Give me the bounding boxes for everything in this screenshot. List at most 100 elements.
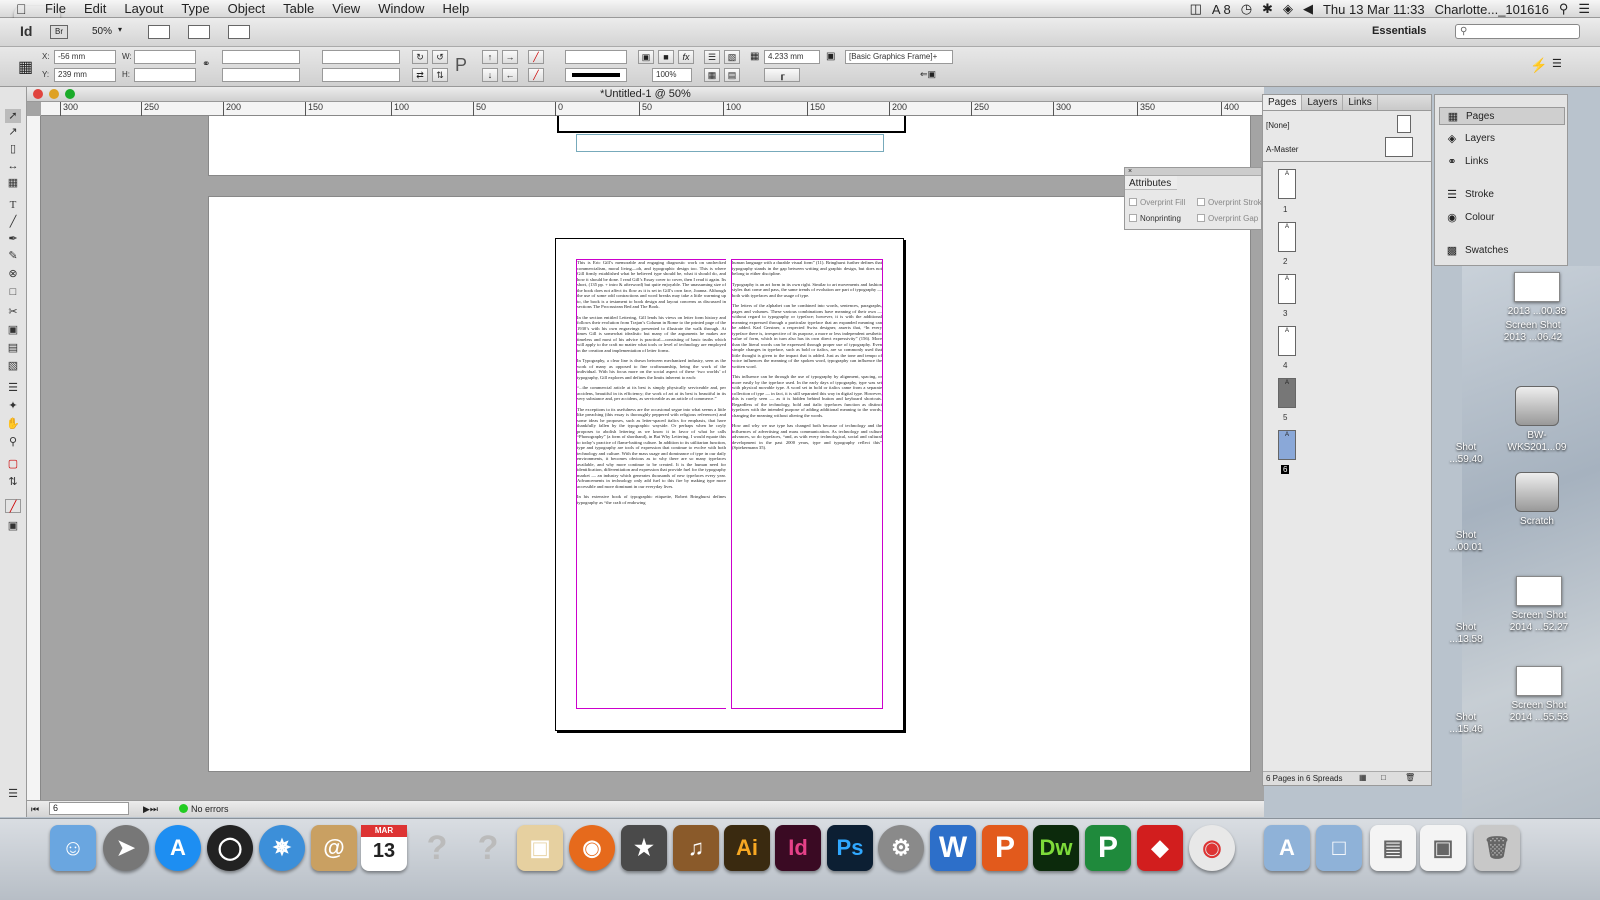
desktop-drive[interactable]: Scratch <box>1502 472 1572 528</box>
desktop-file[interactable]: Shot ...15.46 <box>1442 712 1490 736</box>
screen-mode-icon[interactable]: ▣ <box>5 519 21 533</box>
direct-selection-tool-icon[interactable]: ↗ <box>5 125 21 139</box>
shield-icon[interactable]: ◫ <box>1190 1 1202 17</box>
spotlight-icon[interactable]: ⚲ <box>1559 1 1569 17</box>
none-master-thumb[interactable] <box>1397 115 1411 133</box>
desktop-file[interactable]: Screen Shot 2013 ...06.42 <box>1498 320 1568 344</box>
text-frame-column-1[interactable]: This is Eric Gill’s memorable and engagi… <box>576 259 726 709</box>
scissors-tool-icon[interactable]: ✂ <box>5 305 21 319</box>
rectangle-frame-tool-icon[interactable]: ⊗ <box>5 267 21 281</box>
page-thumb-3[interactable]: A <box>1278 274 1296 304</box>
close-icon[interactable]: × <box>1125 168 1261 176</box>
wifi-icon[interactable]: ◈ <box>1283 1 1293 17</box>
opacity-field[interactable]: 100% <box>652 68 692 82</box>
chevron-down-icon[interactable]: ▾ <box>118 25 122 34</box>
garageband-icon[interactable]: ♫ <box>673 825 719 871</box>
desktop-file[interactable]: 2013 ...00.38 <box>1502 272 1572 318</box>
type-tool-icon[interactable]: T <box>5 198 21 212</box>
width-field[interactable] <box>134 50 196 64</box>
trash-icon[interactable]: 🗑 <box>1405 773 1415 782</box>
flip-vertical-icon[interactable]: ⇅ <box>432 68 448 82</box>
system-preferences-icon[interactable]: ⚙ <box>878 825 924 871</box>
acrobat-icon[interactable]: ◆ <box>1137 825 1183 871</box>
fx-icon[interactable]: fx <box>678 50 694 64</box>
new-page-icon[interactable]: □ <box>1381 773 1386 782</box>
fill-swatch-icon[interactable]: ╱ <box>528 50 544 64</box>
imovie-icon[interactable]: ★ <box>621 825 667 871</box>
dock-colour[interactable]: ◉ Colour <box>1439 209 1565 227</box>
overprint-stroke-checkbox[interactable]: Overprint Strok <box>1197 198 1262 207</box>
select-previous-icon[interactable]: ← <box>502 68 518 82</box>
missing-app-icon[interactable]: ? <box>465 825 511 871</box>
dashboard-icon[interactable]: ◯ <box>207 825 253 871</box>
object-style-select[interactable]: [Basic Graphics Frame]+ <box>845 50 953 64</box>
corner-size-field[interactable]: 4.233 mm <box>764 50 820 64</box>
dreamweaver-icon[interactable]: Dw <box>1033 825 1079 871</box>
menu-window[interactable]: Window <box>378 1 424 16</box>
scale-x-field[interactable] <box>222 50 300 64</box>
chrome-icon[interactable]: ◉ <box>1189 825 1235 871</box>
rectangle-tool-icon[interactable]: □ <box>5 285 21 299</box>
first-page-icon[interactable]: ⏮ <box>31 804 39 815</box>
select-content-icon[interactable]: ↓ <box>482 68 498 82</box>
preview-icon[interactable]: ▣ <box>517 825 563 871</box>
menu-view[interactable]: View <box>332 1 360 16</box>
trash-can-icon[interactable]: 🗑 <box>1474 825 1520 871</box>
menu-edit[interactable]: Edit <box>84 1 106 16</box>
tools-footer-icon[interactable]: ☰ <box>5 787 21 801</box>
menu-object[interactable]: Object <box>228 1 266 16</box>
page-thumb-2[interactable]: A <box>1278 222 1296 252</box>
indesign-icon[interactable]: Id <box>775 825 821 871</box>
tab-links[interactable]: Links <box>1343 95 1378 110</box>
tab-layers[interactable]: Layers <box>1302 95 1344 110</box>
panel-menu-icon[interactable]: ☰ <box>1552 57 1562 70</box>
effects-shadow-icon[interactable]: ▣ <box>638 50 654 64</box>
word-icon[interactable]: W <box>930 825 976 871</box>
preflight-status[interactable]: No errors <box>191 804 229 814</box>
zoom-level-select[interactable]: 50% <box>92 26 112 37</box>
project-icon[interactable]: P <box>1085 825 1131 871</box>
lightning-icon[interactable]: ⚡ <box>1530 57 1547 74</box>
vertical-ruler[interactable] <box>27 116 41 806</box>
desktop-drive[interactable]: BW-WKS201...09 <box>1502 386 1572 454</box>
flip-horizontal-icon[interactable]: ⇄ <box>412 68 428 82</box>
zoom-tool-icon[interactable]: ⚲ <box>5 435 21 449</box>
safari-icon[interactable]: ✵ <box>259 825 305 871</box>
select-next-icon[interactable]: → <box>502 50 518 64</box>
time-machine-icon[interactable]: ◷ <box>1241 1 1252 17</box>
launchpad-icon[interactable]: ➤ <box>103 825 149 871</box>
contacts-icon[interactable]: @ <box>311 825 357 871</box>
dock-links[interactable]: ⚭ Links <box>1439 153 1565 171</box>
gradient-feather-tool-icon[interactable]: ▧ <box>5 359 21 373</box>
text-wrap-bounding-icon[interactable]: ▧ <box>724 50 740 64</box>
menu-type[interactable]: Type <box>181 1 209 16</box>
documents-folder-icon[interactable]: □ <box>1316 825 1362 871</box>
note-tool-icon[interactable]: ☰ <box>5 381 21 395</box>
desktop-file[interactable]: Screen Shot 2014 ...52.27 <box>1504 576 1574 634</box>
drop-shadow-icon[interactable]: ■ <box>658 50 674 64</box>
stroke-type-select[interactable] <box>565 68 627 82</box>
paragraph-icon[interactable]: P <box>455 55 467 76</box>
volume-icon[interactable]: ◀ <box>1303 1 1313 17</box>
content-collector-icon[interactable]: ▦ <box>5 176 21 190</box>
screen-mode-button[interactable] <box>188 25 210 39</box>
clear-overrides-icon[interactable]: ⇐▣ <box>920 69 936 80</box>
powerpoint-icon[interactable]: P <box>982 825 1028 871</box>
clock[interactable]: Thu 13 Mar 11:33 <box>1323 2 1425 17</box>
attributes-tab[interactable]: Attributes <box>1125 176 1177 190</box>
applications-folder-icon[interactable]: A <box>1264 825 1310 871</box>
missing-app-icon[interactable]: ? <box>414 825 460 871</box>
downloads-stack-icon[interactable]: ▤ <box>1370 825 1416 871</box>
hand-tool-icon[interactable]: ✋ <box>5 417 21 431</box>
dock-layers[interactable]: ◈ Layers <box>1439 130 1565 148</box>
overprint-gap-checkbox[interactable]: Overprint Gap <box>1197 214 1258 223</box>
desktop-file[interactable]: Screen Shot 2014 ...55.53 <box>1504 666 1574 724</box>
view-options-button[interactable] <box>148 25 170 39</box>
shear-field[interactable] <box>322 68 400 82</box>
minimize-window-icon[interactable] <box>49 89 59 99</box>
finder-icon[interactable]: ☺ <box>50 825 96 871</box>
dock-swatches[interactable]: ▩ Swatches <box>1439 242 1565 260</box>
text-wrap-shape-icon[interactable]: ▦ <box>704 68 720 82</box>
stroke-swatch-icon[interactable]: ╱ <box>528 68 544 82</box>
corner-shape-select[interactable]: ┎ <box>764 68 800 82</box>
